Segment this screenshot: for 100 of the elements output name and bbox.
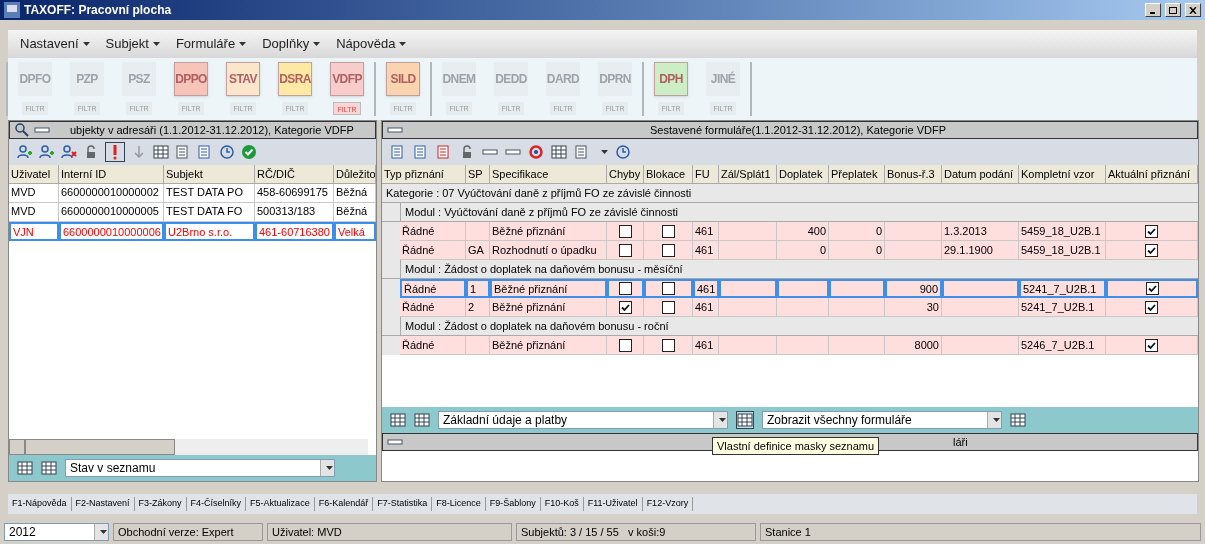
table-row[interactable]: MVD 6600000010000002 TEST DATA PO 458-60699175 Běžná [9, 184, 376, 203]
table-row[interactable]: MVD 6600000010000005 TEST DATA FO 500313/183 Běžná [9, 203, 376, 222]
checkbox[interactable] [618, 243, 632, 257]
checkbox[interactable] [1145, 282, 1159, 295]
column-header[interactable]: Zál/Splát1 [719, 165, 777, 183]
table-cell: U2Brno s.r.o. [164, 222, 255, 241]
checkbox[interactable] [661, 338, 675, 352]
checkbox[interactable] [1145, 224, 1158, 238]
status-user: Uživatel: MVD [267, 522, 512, 542]
form-type-button[interactable]: DPH [654, 62, 688, 96]
horizontal-scrollbar[interactable] [9, 439, 368, 455]
checkbox[interactable] [1145, 243, 1158, 257]
table-icon[interactable] [390, 412, 406, 428]
table-cell [777, 336, 829, 355]
caret-icon [152, 42, 160, 46]
table-cell [466, 336, 490, 355]
column-header[interactable]: Subjekt [164, 165, 255, 183]
clock-icon[interactable] [219, 144, 235, 160]
checkbox[interactable] [618, 338, 632, 352]
function-key-button[interactable]: F5-Aktualizace [246, 497, 315, 511]
table-cell: 8000 [885, 336, 942, 355]
table-icon[interactable] [551, 144, 567, 160]
checkbox[interactable] [1145, 300, 1158, 314]
checkbox[interactable] [662, 282, 675, 295]
table-icon[interactable] [153, 144, 169, 160]
column-header[interactable]: Specifikace [490, 165, 607, 183]
column-header[interactable]: Aktuální přiznání [1106, 165, 1198, 183]
form-row[interactable]: Řádné Běžné přiznání 461 400 0 1.3.2013 5459_18_U2B.1 [400, 222, 1198, 241]
column-header[interactable]: Přeplatek [829, 165, 885, 183]
remove-user-icon[interactable] [61, 144, 77, 160]
list-filter-dropdown[interactable]: Stav v seznamu [65, 459, 335, 477]
function-key-button[interactable]: F8-Licence [432, 497, 486, 511]
caret-icon [239, 42, 247, 46]
menu-item[interactable]: Formuláře [175, 34, 247, 54]
column-header[interactable]: Blokace [644, 165, 693, 183]
form-row[interactable]: Řádné GA Rozhodnutí o úpadku 461 0 0 29.1.1900 5459_18_U2B.1 [400, 241, 1198, 260]
checkbox[interactable] [1145, 338, 1158, 352]
form-row[interactable]: Řádné 1 Běžné přiznání 461 900 5241_7_U2B.1 [400, 279, 1198, 298]
function-key-button[interactable]: F4-Číselníky [186, 497, 247, 511]
function-key-button[interactable]: F1-Nápověda [8, 497, 72, 511]
function-key-button[interactable]: F10-Koš [540, 497, 584, 511]
module-row: Modul : Žádost o doplatek na daňovém bonusu - roční [400, 317, 1198, 335]
menu-item[interactable]: Nápověda [336, 34, 407, 54]
checkbox[interactable] [661, 224, 675, 238]
table-cell: 900 [885, 279, 942, 298]
maximize-button[interactable] [1165, 3, 1181, 17]
table-cell: MVD [9, 203, 59, 222]
column-header[interactable]: Doplatek [777, 165, 829, 183]
search-icon[interactable] [14, 122, 30, 138]
caret-icon [100, 530, 107, 534]
add-user-icon[interactable] [17, 144, 33, 160]
table-cell: 461 [693, 279, 719, 298]
menu-item[interactable]: Subjekt [105, 34, 160, 54]
checkbox[interactable] [661, 300, 675, 314]
checkbox[interactable] [619, 282, 632, 295]
clock-icon[interactable] [615, 144, 631, 160]
form-type-button[interactable]: DSRA [278, 62, 312, 96]
menu-item[interactable]: Doplňky [262, 34, 321, 54]
column-header[interactable]: FU [693, 165, 719, 183]
column-header[interactable]: Bonus-ř.3 [885, 165, 942, 183]
column-header[interactable]: Kompletní vzor [1019, 165, 1106, 183]
document-icon[interactable] [413, 144, 429, 160]
function-key-button[interactable]: F3-Zákony [134, 497, 187, 511]
function-key-button[interactable]: F7-Statistika [373, 497, 433, 511]
column-header[interactable]: Důležito [334, 165, 376, 183]
year-dropdown[interactable]: 2012 [4, 523, 109, 541]
checkbox[interactable] [618, 300, 632, 314]
table-cell [829, 336, 885, 355]
mask-dropdown[interactable]: Základní údaje a platby [438, 411, 728, 429]
caret-icon [82, 42, 90, 46]
function-key-button[interactable]: F6-Kalendář [314, 497, 374, 511]
column-header[interactable]: Datum podání [942, 165, 1019, 183]
panel-title: Sestavené formuláře(1.1.2012-31.12.2012), Kategorie VDFP [649, 122, 947, 138]
checkbox[interactable] [661, 243, 675, 257]
module-row: Modul : Žádost o doplatek na daňovém bonusu - měsíční [400, 260, 1198, 278]
column-header[interactable]: RČ/DIČ [255, 165, 334, 183]
menu-item[interactable]: Nastavení [20, 34, 90, 54]
column-header[interactable]: Uživatel [9, 165, 59, 183]
user-icon[interactable] [39, 144, 55, 160]
function-key-button[interactable]: F12-Vzory [642, 497, 694, 511]
table-row[interactable]: VJN 6600000010000006 U2Brno s.r.o. 461-60716380 Velká [9, 222, 376, 241]
status-subjects: Subjektů: 3 / 15 / 55 v koši:9 [516, 522, 756, 542]
forms-filter-dropdown[interactable]: Zobrazit všechny formuláře [762, 411, 1002, 429]
function-key-button[interactable]: F11-Uživatel [583, 497, 643, 511]
checkbox[interactable] [618, 224, 632, 238]
form-type-button[interactable]: STAV [226, 62, 260, 96]
column-header[interactable]: Chyby [607, 165, 644, 183]
form-row[interactable]: Řádné Běžné přiznání 461 8000 5246_7_U2B.1 [400, 336, 1198, 355]
panel-title: ubjekty v adresáři (1.1.2012-31.12.2012), Kategorie VDFP [70, 122, 354, 138]
function-key-button[interactable]: F9-Šablony [485, 497, 541, 511]
check-circle-icon[interactable] [241, 144, 257, 160]
close-button[interactable] [1185, 3, 1201, 17]
column-header[interactable]: SP [466, 165, 490, 183]
function-key-button[interactable]: F2-Nastavení [71, 497, 135, 511]
form-row[interactable]: Řádné 2 Běžné přiznání 461 30 5241_7_U2B.1 [400, 298, 1198, 317]
table-cell: 458-60699175 [255, 184, 334, 203]
minimize-button[interactable] [1145, 3, 1161, 17]
column-header[interactable]: Interní ID [59, 165, 164, 183]
column-header[interactable]: Typ přiznání [382, 165, 466, 183]
table-icon[interactable] [17, 460, 33, 476]
